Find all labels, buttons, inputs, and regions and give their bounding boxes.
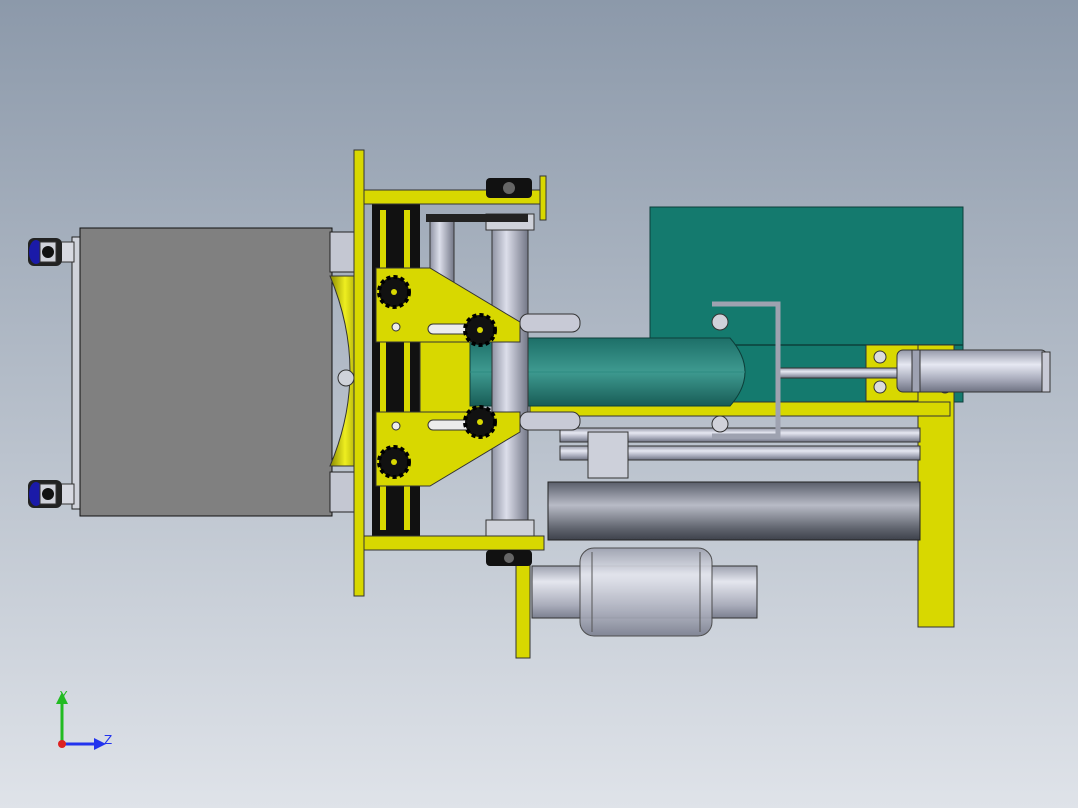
sprocket-upper-left xyxy=(377,275,411,309)
sprocket-lower-left xyxy=(377,445,411,479)
x-axis-dot xyxy=(58,740,66,748)
cad-viewport[interactable]: Y Z xyxy=(0,0,1078,808)
pneumatic-fitting-lower xyxy=(28,480,75,508)
y-axis-label: Y xyxy=(59,689,68,703)
sprocket-lower-mid xyxy=(463,405,497,439)
cad-drawing: Y Z xyxy=(0,0,1078,808)
z-axis-label: Z xyxy=(104,733,112,747)
bearing-top xyxy=(486,178,532,198)
bearing-bottom xyxy=(486,550,532,566)
drive-chain xyxy=(426,214,528,222)
pneumatic-fitting-upper xyxy=(28,238,75,266)
motor-housing xyxy=(71,227,357,517)
sprocket-upper-mid xyxy=(463,313,497,347)
